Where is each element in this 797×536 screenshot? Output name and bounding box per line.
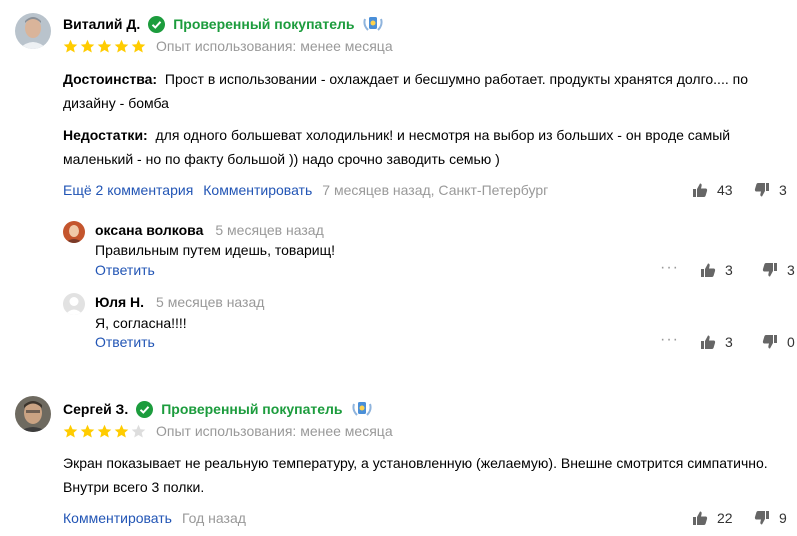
avatar[interactable] bbox=[63, 221, 85, 243]
comment-text: Я, согласна!!!! bbox=[95, 315, 187, 331]
thumbs-down-icon[interactable] bbox=[754, 510, 770, 526]
more-dots-icon[interactable]: ··· bbox=[660, 259, 679, 277]
comment-header: оксана волкова 5 месяцев назад bbox=[95, 222, 324, 238]
comment-button[interactable]: Комментировать bbox=[63, 510, 172, 526]
star-icon bbox=[63, 39, 78, 54]
dislike-count: 3 bbox=[779, 182, 787, 198]
comment-votes: 3 0 bbox=[700, 334, 795, 350]
verified-label: Проверенный покупатель bbox=[173, 16, 355, 32]
check-circle-icon bbox=[148, 15, 166, 33]
comment-button[interactable]: Комментировать bbox=[203, 182, 312, 198]
thumbs-up-icon[interactable] bbox=[700, 262, 716, 278]
star-icon bbox=[63, 424, 78, 439]
review-text: Экран показывает не реальную температуру… bbox=[63, 451, 788, 499]
avatar[interactable] bbox=[15, 13, 51, 49]
dislike-count: 3 bbox=[787, 262, 795, 278]
pros-block: Достоинства: Прост в использовании - охл… bbox=[63, 67, 783, 115]
more-dots-icon[interactable]: ··· bbox=[660, 331, 679, 349]
star-icon bbox=[97, 39, 112, 54]
thumbs-down-icon[interactable] bbox=[754, 182, 770, 198]
comment-author[interactable]: оксана волкова bbox=[95, 222, 203, 238]
thumbs-up-icon[interactable] bbox=[692, 182, 708, 198]
like-count: 3 bbox=[725, 334, 733, 350]
review-votes: 22 9 bbox=[692, 510, 787, 526]
cons-label: Недостатки: bbox=[63, 127, 148, 143]
dislike-count: 9 bbox=[779, 510, 787, 526]
review-meta: Год назад bbox=[181, 510, 246, 526]
review-footer: Ещё 2 комментария Комментировать 7 месяц… bbox=[63, 182, 548, 198]
review-meta: 7 месяцев назад, Санкт-Петербург bbox=[322, 182, 549, 198]
comment-header: Юля Н. 5 месяцев назад bbox=[95, 294, 264, 310]
comment-text: Правильным путем идешь, товарищ! bbox=[95, 242, 336, 258]
verified-label: Проверенный покупатель bbox=[161, 401, 343, 417]
star-icon bbox=[114, 39, 129, 54]
review-header: Виталий Д. Проверенный покупатель bbox=[63, 15, 384, 33]
reply-button[interactable]: Ответить bbox=[95, 334, 155, 350]
cons-text-cont: маленький - но по факту большой )) надо … bbox=[63, 151, 500, 167]
rating-row: Опыт использования: менее месяца bbox=[63, 423, 393, 439]
experience-label: Опыт использования: менее месяца bbox=[156, 423, 393, 439]
like-count: 3 bbox=[725, 262, 733, 278]
star-rating bbox=[63, 39, 146, 54]
star-rating bbox=[63, 424, 146, 439]
cons-text: для одного большеват холодильник! и несм… bbox=[155, 127, 731, 143]
author-name[interactable]: Сергей З. bbox=[63, 401, 128, 417]
star-icon bbox=[131, 39, 146, 54]
star-icon bbox=[80, 39, 95, 54]
comment-time: 5 месяцев назад bbox=[156, 294, 265, 310]
comment-author[interactable]: Юля Н. bbox=[95, 294, 144, 310]
rating-row: Опыт использования: менее месяца bbox=[63, 38, 393, 54]
star-icon bbox=[114, 424, 129, 439]
comment-votes: 3 3 bbox=[700, 262, 795, 278]
laurel-badge-icon bbox=[351, 400, 373, 418]
thumbs-up-icon[interactable] bbox=[700, 334, 716, 350]
cons-block: Недостатки: для одного большеват холодил… bbox=[63, 123, 783, 171]
review-footer: Комментировать Год назад bbox=[63, 510, 246, 526]
pros-label: Достоинства: bbox=[63, 71, 158, 87]
pros-text-cont: дизайну - бомба bbox=[63, 95, 169, 111]
avatar[interactable] bbox=[15, 396, 51, 432]
star-icon bbox=[97, 424, 112, 439]
review-text-line: Экран показывает не реальную температуру… bbox=[63, 455, 768, 471]
review-header: Сергей З. Проверенный покупатель bbox=[63, 400, 373, 418]
like-count: 22 bbox=[717, 510, 733, 526]
review-votes: 43 3 bbox=[692, 182, 787, 198]
review-text-line: Внутри всего 3 полки. bbox=[63, 479, 205, 495]
author-name[interactable]: Виталий Д. bbox=[63, 16, 140, 32]
star-icon bbox=[131, 424, 146, 439]
laurel-badge-icon bbox=[362, 15, 384, 33]
thumbs-down-icon[interactable] bbox=[762, 334, 778, 350]
thumbs-up-icon[interactable] bbox=[692, 510, 708, 526]
comment-time: 5 месяцев назад bbox=[215, 222, 324, 238]
experience-label: Опыт использования: менее месяца bbox=[156, 38, 393, 54]
reply-button[interactable]: Ответить bbox=[95, 262, 155, 278]
check-circle-icon bbox=[136, 400, 154, 418]
thumbs-down-icon[interactable] bbox=[762, 262, 778, 278]
more-comments-link[interactable]: Ещё 2 комментария bbox=[63, 182, 193, 198]
like-count: 43 bbox=[717, 182, 733, 198]
avatar[interactable] bbox=[63, 293, 85, 315]
pros-text: Прост в использовании - охлаждает и бесш… bbox=[164, 71, 748, 87]
star-icon bbox=[80, 424, 95, 439]
dislike-count: 0 bbox=[787, 334, 795, 350]
